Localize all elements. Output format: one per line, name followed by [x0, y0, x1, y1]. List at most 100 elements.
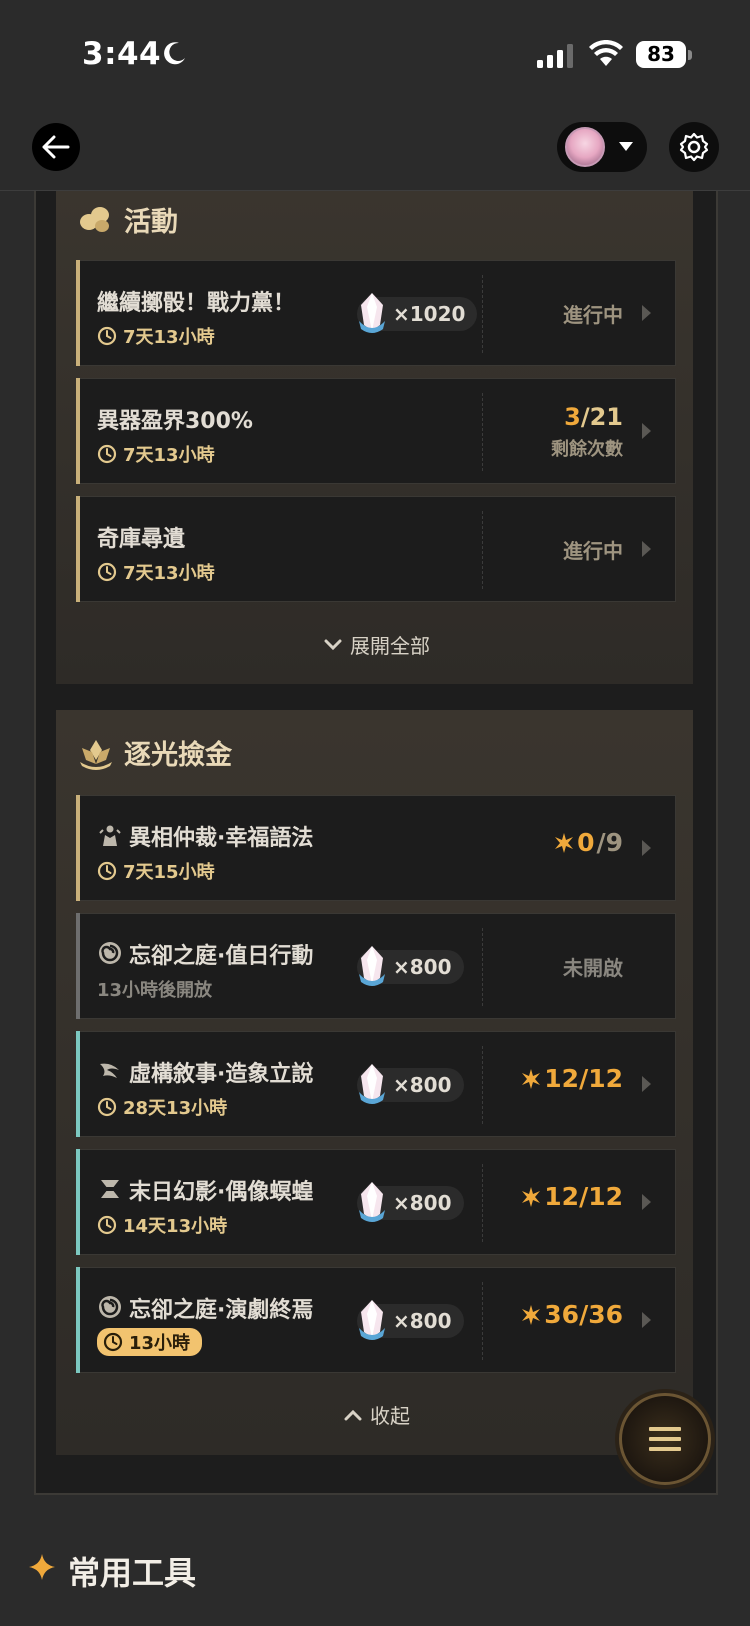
row-accent	[76, 1149, 80, 1255]
chevron-right-icon	[642, 1076, 651, 1092]
event-status: 進行中	[563, 303, 623, 327]
row-accent	[76, 260, 80, 366]
event-time: 7天13小時	[97, 441, 215, 467]
settings-button[interactable]	[669, 122, 719, 172]
clock-icon	[103, 1332, 123, 1352]
chevron-right-icon	[642, 1312, 651, 1328]
clock-icon	[97, 326, 117, 346]
clock-icon	[97, 861, 117, 881]
challenge-time-badge: 13小時	[97, 1328, 203, 1356]
event-row[interactable]: 繼續擲骰！戰力黨！ 7天13小時 ×1020 進行中	[76, 260, 676, 366]
sparkle-icon	[29, 1554, 55, 1580]
row-divider	[482, 928, 483, 1006]
challenge-time-text: 13小時後開放	[97, 980, 213, 1001]
reward-amount: ×800	[393, 955, 452, 979]
collapse-label: 收起	[370, 1404, 410, 1428]
challenge-row[interactable]: 異相仲裁·幸福語法 7天15小時 0/9	[76, 795, 676, 901]
clock-icon	[97, 444, 117, 464]
collapse-button[interactable]: 收起	[344, 1400, 410, 1429]
swirl-icon	[99, 942, 121, 964]
event-row[interactable]: 奇庫尋遺 7天13小時 進行中	[76, 496, 676, 602]
status-time: 3:44	[82, 36, 162, 72]
reward-chip: ×800	[357, 1300, 464, 1340]
challenge-time: 28天13小時	[97, 1094, 227, 1120]
clock-icon	[97, 1097, 117, 1117]
row-divider	[482, 511, 483, 589]
event-time-text: 7天13小時	[123, 445, 215, 466]
challenge-row[interactable]: 忘卻之庭·演劇終焉 13小時 ×800 36/36	[76, 1267, 676, 1373]
chevron-right-icon	[642, 1194, 651, 1210]
event-title: 奇庫尋遺	[97, 527, 186, 552]
challenge-row[interactable]: 虛構敘事·造象立說 28天13小時 ×800 12/12	[76, 1031, 676, 1137]
events-icon	[80, 207, 109, 232]
event-title: 繼續擲骰！戰力黨！	[97, 291, 296, 316]
star-icon	[522, 1068, 541, 1089]
remaining-label: 剩餘次數	[551, 439, 623, 460]
star-current: 0	[577, 828, 595, 857]
event-title: 異器盈界300%	[97, 409, 253, 434]
star-value: 36/36	[544, 1300, 623, 1329]
tools-title: 常用工具	[68, 1554, 197, 1592]
stellar-jade-icon	[359, 1182, 385, 1222]
row-divider	[482, 1164, 483, 1242]
challenge-time-text: 7天15小時	[123, 862, 215, 883]
challenge-time-text: 14天13小時	[123, 1216, 228, 1237]
battery-tip	[688, 50, 692, 60]
reward-chip: ×800	[357, 1182, 464, 1222]
stellar-jade-icon	[359, 1300, 385, 1340]
star-icon	[522, 1186, 541, 1207]
chevron-down-icon	[324, 639, 342, 650]
row-accent	[76, 496, 80, 602]
star-value: 12/12	[544, 1182, 623, 1211]
star-icon	[555, 832, 574, 853]
lotus-icon	[80, 740, 112, 770]
reward-chip: ×800	[357, 946, 464, 986]
apocalyptic-icon	[101, 1180, 119, 1198]
reward-chip: ×1020	[357, 293, 478, 333]
challenge-title: 末日幻影·偶像螟蝗	[129, 1180, 314, 1205]
clock-icon	[97, 562, 117, 582]
star-total: /9	[596, 828, 623, 857]
reward-amount: ×800	[393, 1191, 452, 1215]
challenge-title: 忘卻之庭·值日行動	[129, 944, 314, 969]
status-bar: 3:44 83	[0, 0, 750, 110]
caret-down-icon	[619, 142, 633, 151]
challenge-title: 異相仲裁·幸福語法	[129, 826, 314, 851]
star-value: 12/12	[544, 1064, 623, 1093]
chevron-right-icon	[642, 423, 651, 439]
menu-fab-button[interactable]	[619, 1393, 711, 1485]
row-divider	[482, 1046, 483, 1124]
reward-amount: ×800	[393, 1073, 452, 1097]
event-time-text: 7天13小時	[123, 563, 215, 584]
fiction-icon	[100, 1063, 119, 1078]
battery-level: 83	[636, 41, 686, 68]
challenge-time: 13小時後開放	[97, 976, 212, 1002]
expand-all-button[interactable]: 展開全部	[324, 630, 430, 659]
challenge-row[interactable]: 末日幻影·偶像螟蝗 14天13小時 ×800 12/12	[76, 1149, 676, 1255]
row-accent	[76, 795, 80, 901]
row-accent	[76, 913, 80, 1019]
wifi-icon	[589, 40, 623, 66]
gear-icon	[679, 132, 709, 162]
row-divider	[482, 393, 483, 471]
stellar-jade-icon	[359, 293, 385, 333]
challenge-time-text: 13小時	[129, 1333, 191, 1354]
star-progress: 12/12	[520, 1064, 623, 1093]
account-switcher[interactable]	[557, 122, 647, 172]
menu-icon	[649, 1427, 681, 1451]
swirl-icon	[99, 1296, 121, 1318]
arbiter-icon	[99, 825, 121, 846]
event-row[interactable]: 異器盈界300% 7天13小時 3/21 剩餘次數	[76, 378, 676, 484]
reward-amount: ×800	[393, 1309, 452, 1333]
star-icon	[522, 1304, 541, 1325]
reward-chip: ×800	[357, 1064, 464, 1104]
remaining-current: 3	[564, 403, 581, 431]
star-progress: 12/12	[520, 1182, 623, 1211]
row-accent	[76, 1031, 80, 1137]
stellar-jade-icon	[359, 1064, 385, 1104]
clock-icon	[97, 1215, 117, 1235]
event-status: 進行中	[563, 539, 623, 563]
back-button[interactable]	[32, 123, 80, 171]
challenge-row[interactable]: 忘卻之庭·值日行動 13小時後開放 ×800 未開啟	[76, 913, 676, 1019]
event-time: 7天13小時	[97, 559, 215, 585]
